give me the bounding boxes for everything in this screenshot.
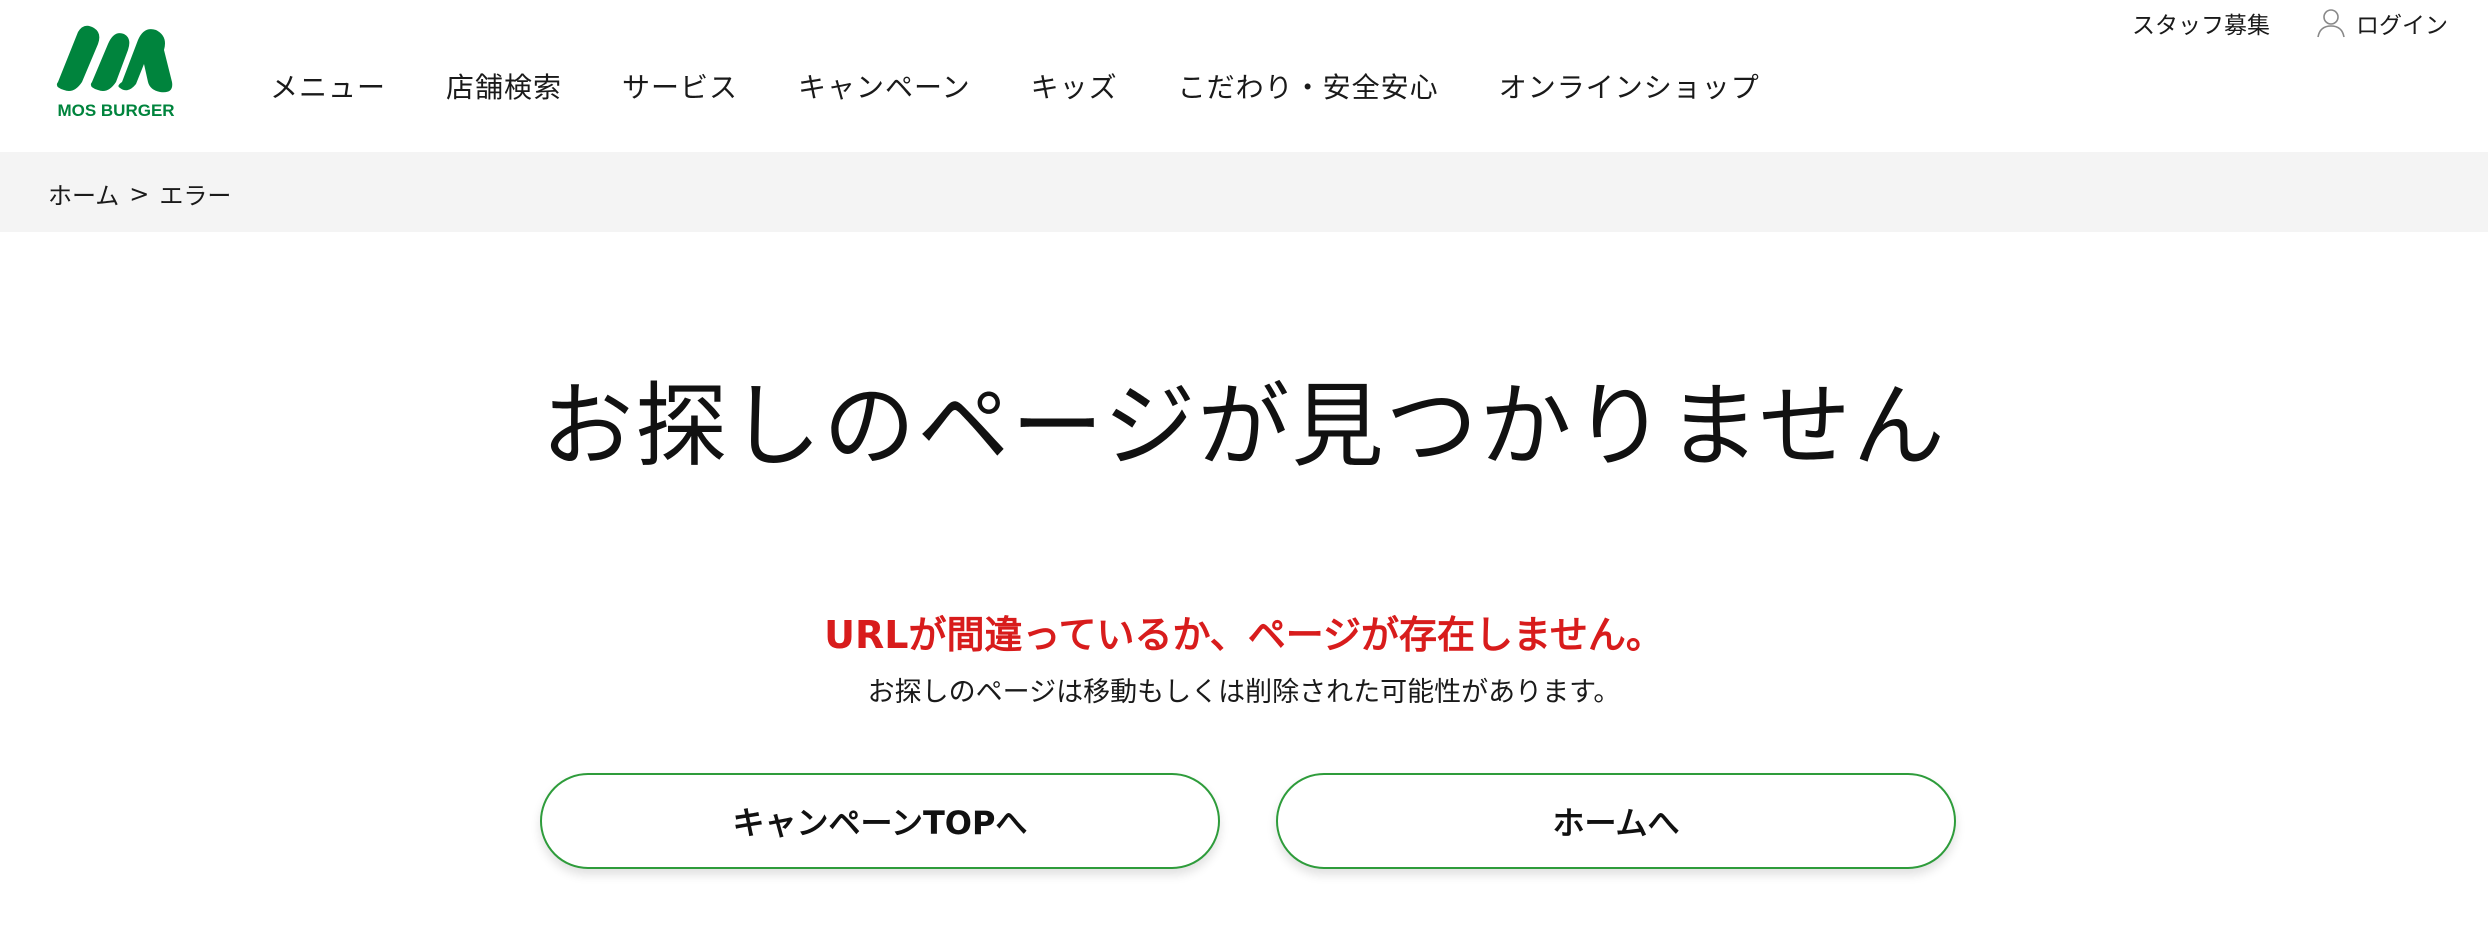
- breadcrumb-current: エラー: [159, 182, 232, 210]
- campaign-top-button[interactable]: キャンペーンTOPへ: [540, 773, 1220, 869]
- site-header: MOS BURGER メニュー 店舗検索 サービス キャンペーン キッズ こだわ…: [0, 0, 2488, 152]
- svg-text:MOS BURGER: MOS BURGER: [57, 101, 174, 120]
- breadcrumb-separator: >: [129, 179, 150, 208]
- user-icon: [2316, 8, 2346, 38]
- breadcrumb-home-link[interactable]: ホーム: [48, 176, 119, 211]
- error-description: お探しのページは移動もしくは削除された可能性があります。: [867, 677, 1621, 708]
- staff-recruitment-link[interactable]: スタッフ募集: [2132, 6, 2270, 40]
- nav-item-service[interactable]: サービス: [622, 66, 738, 106]
- error-message: URLが間違っているか、ページが存在しません。: [824, 613, 1664, 657]
- login-link[interactable]: ログイン: [2316, 6, 2448, 40]
- nav-item-store-search[interactable]: 店舗検索: [446, 66, 562, 106]
- breadcrumb: ホーム > エラー: [48, 176, 231, 211]
- nav-item-menu[interactable]: メニュー: [270, 66, 386, 106]
- nav-item-kids[interactable]: キッズ: [1031, 66, 1118, 106]
- login-label: ログイン: [2356, 13, 2448, 39]
- main-nav: メニュー 店舗検索 サービス キャンペーン キッズ こだわり・安全安心 オンライ…: [270, 66, 1760, 106]
- nav-item-campaign[interactable]: キャンペーン: [798, 66, 971, 106]
- mos-burger-logo[interactable]: MOS BURGER: [52, 24, 180, 120]
- nav-item-safety[interactable]: こだわり・安全安心: [1178, 66, 1439, 106]
- nav-item-online-shop[interactable]: オンラインショップ: [1499, 66, 1760, 106]
- utility-links: スタッフ募集 ログイン: [2132, 6, 2448, 40]
- page-title: お探しのページが見つかりません: [541, 373, 1947, 480]
- home-button[interactable]: ホームへ: [1276, 773, 1956, 869]
- breadcrumb-bar: ホーム > エラー: [0, 152, 2488, 232]
